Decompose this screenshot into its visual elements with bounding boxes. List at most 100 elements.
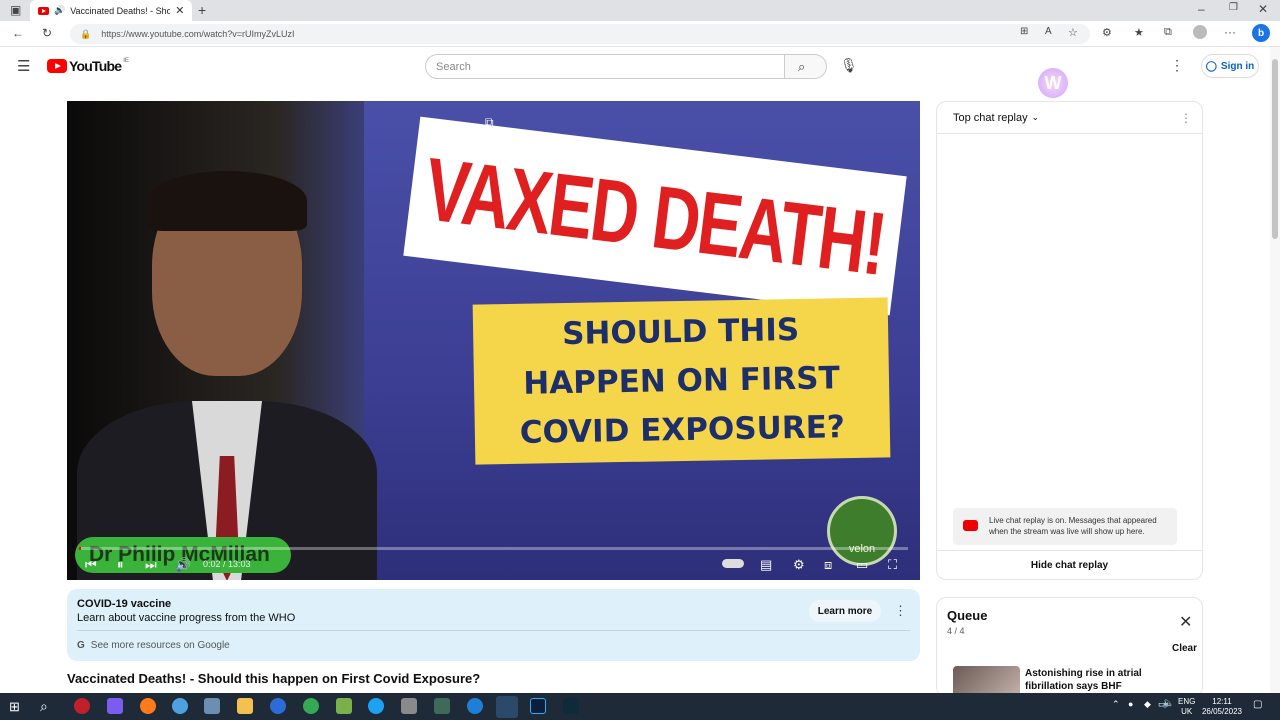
tab-title: Vaccinated Deaths! - Shoul	[70, 5, 171, 16]
hide-chat-button[interactable]: Hide chat replay	[937, 550, 1202, 580]
fullscreen-icon[interactable]: ⛶	[888, 557, 897, 573]
youtube-favicon-icon	[38, 6, 49, 15]
settings-gear-icon[interactable]: ⚙	[793, 557, 805, 573]
chat-menu-icon[interactable]: ⋮	[1180, 111, 1192, 125]
google-link-text: See more resources on Google	[90, 640, 230, 651]
minimize-icon[interactable]: –	[1198, 2, 1205, 16]
edge-active-icon[interactable]	[496, 696, 518, 718]
learn-more-button[interactable]: Learn more	[809, 600, 881, 622]
miniplayer-icon[interactable]: ⧈	[824, 557, 832, 573]
queue-clear-button[interactable]: Clear	[1172, 643, 1197, 654]
favorite-star-icon[interactable]: ☆	[1068, 26, 1078, 39]
tray-chevron-icon[interactable]: ⌃	[1112, 699, 1120, 710]
new-tab-icon[interactable]: +	[198, 2, 206, 18]
hide-chat-label: Hide chat replay	[1030, 560, 1109, 571]
collections-icon[interactable]: ⧉	[1164, 26, 1172, 39]
skype-icon[interactable]	[368, 698, 384, 714]
language-indicator[interactable]: ENG UK	[1178, 697, 1195, 717]
browser-settings-icon[interactable]: ···	[1224, 25, 1236, 39]
scrollbar-thumb[interactable]	[1272, 59, 1278, 239]
address-bar-row: ← ↻ 🔒 https://www.youtube.com/watch?v=rU…	[0, 21, 1280, 47]
youtube-logo[interactable]: YouTube IE	[47, 58, 129, 74]
clock-time: 12:11	[1212, 697, 1232, 706]
app-icon[interactable]	[434, 698, 450, 714]
learn-more-label: Learn more	[817, 605, 873, 617]
youtube-logo-text: YouTube	[69, 58, 122, 74]
region-code: IE	[123, 58, 129, 64]
pause-icon[interactable]: ⏸	[117, 557, 124, 573]
notification-icon[interactable]: ▢	[1253, 699, 1262, 710]
internet-explorer-icon[interactable]	[467, 698, 483, 714]
favorites-icon[interactable]: ★	[1134, 26, 1144, 39]
tab-close-icon[interactable]: ✕	[175, 4, 184, 17]
page-scrollbar[interactable]	[1270, 47, 1280, 693]
progress-fill	[79, 547, 82, 550]
queue-panel: Queue 4 / 4 ✕ Clear Astonishing rise in …	[936, 597, 1203, 697]
queue-item-title[interactable]: Astonishing rise in atrial fibrillation …	[1025, 667, 1175, 693]
reload-icon[interactable]: ↻	[42, 26, 52, 40]
extensions-icon[interactable]: ⚙	[1102, 26, 1112, 39]
google-g-icon: G	[77, 640, 85, 651]
network-icon[interactable]	[172, 698, 188, 714]
photoshop-icon[interactable]	[530, 698, 546, 714]
search-button[interactable]: ⌕	[785, 54, 827, 79]
speaker-tray-icon[interactable]: 🔈	[1162, 698, 1174, 709]
chat-note-text: Live chat replay is on. Messages that ap…	[989, 516, 1157, 536]
file-explorer-icon[interactable]	[237, 698, 253, 714]
subtitles-icon[interactable]: ▤	[760, 557, 772, 573]
browser-tab[interactable]: 🔊 Vaccinated Deaths! - Shoul ✕	[30, 0, 192, 21]
read-aloud-icon[interactable]: A	[1045, 26, 1052, 37]
zoom-icon[interactable]	[270, 698, 286, 714]
microphone-icon[interactable]: 🎙	[840, 57, 858, 74]
hamburger-menu-icon[interactable]: ☰	[17, 57, 30, 75]
question-line-3: COVID EXPOSURE?	[519, 408, 846, 451]
tray-app-icon[interactable]: ●	[1128, 699, 1133, 709]
app-available-icon[interactable]: ⊞	[1020, 26, 1028, 37]
search-input[interactable]: Search	[425, 54, 785, 79]
taskbar-clock[interactable]: 12:11 26/05/2023	[1200, 697, 1244, 717]
tor-icon[interactable]	[107, 698, 123, 714]
windows-taskbar: ⊞ ⌕ ⌃ ● ◆ ▭ 🔈 ENG UK 12:11 26/05/2023 ▢	[0, 693, 1280, 720]
google-resources-link[interactable]: G See more resources on Google	[77, 640, 230, 651]
volume-icon[interactable]: 🔊	[175, 557, 191, 573]
taskbar-search-icon[interactable]: ⌕	[40, 698, 48, 715]
browser-menu-icon[interactable]: ▣	[10, 3, 21, 17]
previous-icon[interactable]: ⏮	[85, 557, 97, 573]
sign-in-button[interactable]: ◯ Sign in	[1201, 54, 1259, 78]
queue-title: Queue	[947, 608, 988, 623]
opera-icon[interactable]	[74, 698, 90, 714]
pen-app-icon[interactable]	[336, 698, 352, 714]
chat-header[interactable]: Top chat replay ⌄ ⋮	[937, 102, 1202, 134]
tools-icon[interactable]	[401, 698, 417, 714]
chat-replay-note: Live chat replay is on. Messages that ap…	[953, 508, 1177, 545]
chevron-down-icon: ⌄	[1031, 112, 1040, 122]
w-extension-icon[interactable]: W	[1038, 68, 1068, 98]
url-field[interactable]: 🔒 https://www.youtube.com/watch?v=rUImyZ…	[70, 24, 1090, 44]
audio-icon[interactable]: 🔊	[54, 5, 65, 16]
info-divider	[77, 630, 910, 631]
windows-start-icon[interactable]: ⊞	[9, 699, 20, 715]
theater-mode-icon[interactable]: ▭	[856, 557, 868, 573]
firefox-icon[interactable]	[140, 698, 156, 714]
question-line-1: SHOULD THIS	[561, 311, 800, 352]
bing-icon[interactable]: b	[1252, 24, 1270, 42]
chrome-icon[interactable]	[303, 698, 319, 714]
close-queue-icon[interactable]: ✕	[1179, 612, 1192, 632]
back-icon[interactable]: ←	[12, 26, 24, 40]
youtube-play-icon	[47, 59, 67, 73]
autoplay-toggle[interactable]	[722, 559, 744, 568]
media-icon[interactable]	[204, 698, 220, 714]
question-line-2: HAPPEN ON FIRST	[522, 359, 841, 402]
more-options-icon[interactable]: ⋮	[1170, 57, 1184, 74]
video-player[interactable]: ⧉ VAXED DEATH! SHOULD THIS HAPPEN ON FIR…	[67, 101, 920, 580]
window-close-icon[interactable]: ✕	[1258, 2, 1268, 16]
profile-avatar[interactable]	[1193, 25, 1207, 39]
progress-bar[interactable]	[79, 547, 908, 550]
user-circle-icon: ◯	[1205, 60, 1217, 72]
restore-icon[interactable]: ❐	[1229, 2, 1238, 13]
youtube-small-icon	[963, 520, 978, 531]
terminal-icon[interactable]	[563, 698, 579, 714]
tray-icon[interactable]: ◆	[1144, 699, 1151, 710]
next-icon[interactable]: ⏭	[145, 557, 157, 573]
info-menu-icon[interactable]: ⋮	[894, 603, 907, 619]
